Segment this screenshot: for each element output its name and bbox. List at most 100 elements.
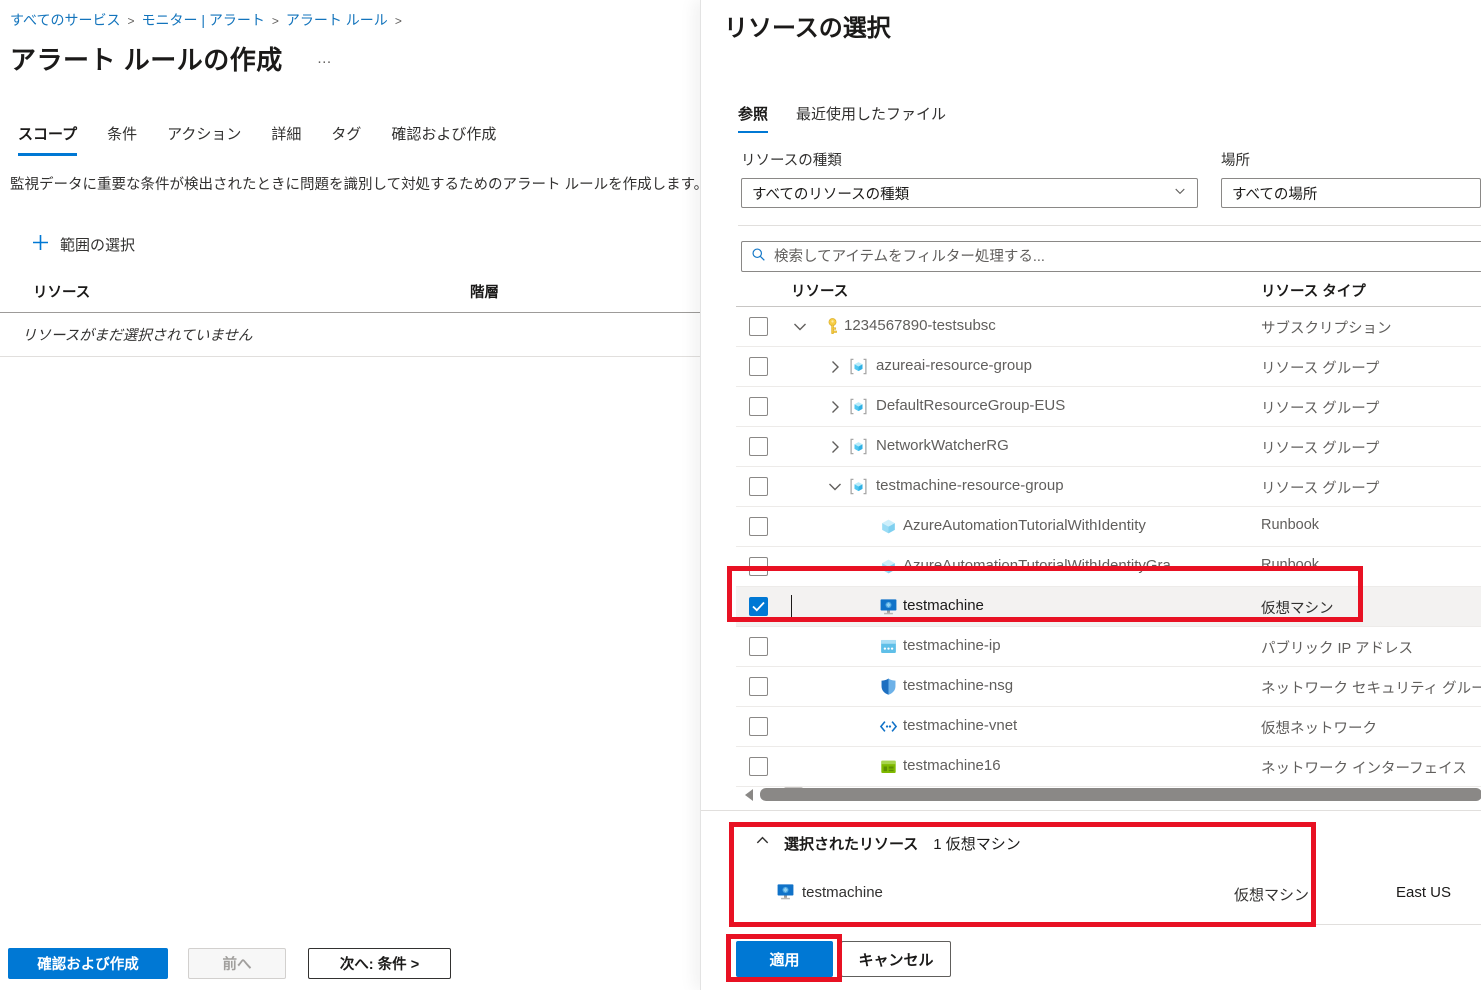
row-checkbox[interactable] — [749, 637, 768, 656]
resource-row[interactable]: testmachine16ネットワーク インターフェイス — [736, 747, 1481, 787]
resource-type: パブリック IP アドレス — [1261, 637, 1413, 658]
row-checkbox[interactable] — [749, 557, 768, 576]
cancel-button[interactable]: キャンセル — [841, 941, 951, 977]
row-checkbox[interactable] — [749, 677, 768, 696]
col-resource: リソース — [791, 280, 848, 301]
resource-type: 仮想マシン — [1261, 597, 1334, 618]
resource-type: リソース グループ — [1261, 357, 1379, 378]
chevron-down-icon[interactable] — [826, 478, 844, 496]
tab-スコープ[interactable]: スコープ — [18, 123, 77, 156]
tab-タグ[interactable]: タグ — [331, 123, 361, 156]
tab-詳細[interactable]: 詳細 — [271, 123, 301, 156]
apply-button[interactable]: 適用 — [736, 941, 833, 977]
resource-type: サブスクリプション — [1261, 317, 1392, 338]
resource-name: DefaultResourceGroup-EUS — [876, 397, 1065, 414]
resource-row[interactable]: testmachine-nsg ネットワーク セキュリティ グループ — [736, 667, 1481, 707]
resource-name: testmachine-ip — [903, 637, 1001, 654]
selected-resources-header[interactable]: 選択されたリソース 1 仮想マシン — [754, 832, 1021, 854]
chevron-right-icon[interactable] — [826, 398, 844, 416]
chevron-down-icon[interactable] — [791, 318, 809, 336]
review-create-button[interactable]: 確認および作成 — [8, 948, 168, 979]
breadcrumb-item[interactable]: すべてのサービス — [10, 12, 120, 28]
page-title: アラート ルールの作成 — [10, 40, 283, 77]
resource-row[interactable]: NetworkWatcherRGリソース グループ — [736, 427, 1481, 467]
text-cursor — [791, 595, 792, 619]
select-resource-panel: リソースの選択 参照最近使用したファイル リソースの種類 すべてのリソースの種類… — [700, 0, 1481, 990]
resource-row[interactable]: DefaultResourceGroup-EUSリソース グループ — [736, 387, 1481, 427]
row-checkbox[interactable] — [749, 517, 768, 536]
scope-table: リソース 階層 リソースがまだ選択されていません — [0, 281, 700, 357]
tab-アクション[interactable]: アクション — [167, 123, 241, 156]
select-scope-button[interactable]: 範囲の選択 — [32, 234, 135, 255]
chevron-down-icon — [1173, 184, 1187, 202]
row-checkbox[interactable] — [749, 437, 768, 456]
nsg-icon — [879, 677, 898, 696]
resource-type: 仮想ネットワーク — [1261, 717, 1377, 738]
resource-name: azureai-resource-group — [876, 357, 1032, 374]
panel-tab-最近使用したファイル[interactable]: 最近使用したファイル — [796, 103, 946, 133]
resource-name: testmachine-resource-group — [876, 477, 1064, 494]
resource-group-icon — [849, 397, 868, 416]
row-checkbox[interactable] — [749, 317, 768, 336]
resource-row[interactable]: testmachine-resource-groupリソース グループ — [736, 467, 1481, 507]
row-checkbox[interactable] — [749, 397, 768, 416]
row-checkbox[interactable] — [749, 357, 768, 376]
divider — [701, 810, 1481, 811]
location-dropdown[interactable]: すべての場所 — [1221, 178, 1481, 208]
selected-resource-name: testmachine — [802, 884, 883, 901]
tab-確認および作成[interactable]: 確認および作成 — [391, 123, 496, 156]
resource-row[interactable]: AzureAutomationTutorialWithIdentityGra…R… — [736, 547, 1481, 587]
resource-name: 1234567890-testsubsc — [844, 317, 996, 334]
more-options-button[interactable]: … — [317, 50, 334, 67]
resource-row[interactable]: azureai-resource-group リソース グループ — [736, 347, 1481, 387]
col-resource-type: リソース タイプ — [1261, 280, 1366, 301]
scroll-left-arrow[interactable] — [745, 789, 753, 801]
runbook-icon — [879, 557, 898, 576]
horizontal-scrollbar[interactable] — [736, 788, 1481, 802]
vm-icon — [776, 882, 795, 901]
previous-button[interactable]: 前へ — [188, 948, 286, 979]
breadcrumb-item[interactable]: モニター | アラート — [141, 12, 264, 28]
row-checkbox[interactable] — [749, 597, 768, 616]
breadcrumb-item[interactable]: アラート ルール — [286, 12, 388, 28]
key-icon — [823, 317, 842, 336]
selected-resource-row[interactable]: testmachine仮想マシンEast US — [701, 876, 1481, 916]
resource-row[interactable]: AzureAutomationTutorialWithIdentityRunbo… — [736, 507, 1481, 547]
resource-type: ネットワーク セキュリティ グループ — [1261, 677, 1481, 698]
resource-name: NetworkWatcherRG — [876, 437, 1009, 454]
chevron-up-icon[interactable] — [754, 832, 771, 854]
breadcrumb-separator: > — [272, 14, 279, 28]
divider — [738, 225, 1481, 226]
public-ip-icon — [879, 637, 898, 656]
resource-group-icon — [849, 357, 868, 376]
resource-name: testmachine-nsg — [903, 677, 1013, 694]
scope-empty-message: リソースがまだ選択されていません — [0, 313, 700, 357]
row-checkbox[interactable] — [749, 717, 768, 736]
resource-row[interactable]: testmachine-ip パブリック IP アドレス — [736, 627, 1481, 667]
chevron-right-icon[interactable] — [826, 358, 844, 376]
tab-条件[interactable]: 条件 — [107, 123, 137, 156]
resource-row[interactable]: testmachine-vnet仮想ネットワーク — [736, 707, 1481, 747]
resource-row[interactable]: testmachine仮想マシン — [736, 587, 1481, 627]
resource-name: AzureAutomationTutorialWithIdentity — [903, 517, 1146, 534]
resource-type-dropdown[interactable]: すべてのリソースの種類 — [741, 178, 1198, 208]
resource-row[interactable]: 1234567890-testsubsc サブスクリプション — [736, 307, 1481, 347]
divider — [751, 924, 1481, 925]
panel-tab-参照[interactable]: 参照 — [738, 103, 768, 133]
chevron-right-icon[interactable] — [826, 438, 844, 456]
selected-resources-label: 選択されたリソース — [784, 833, 918, 854]
row-checkbox[interactable] — [749, 757, 768, 776]
resource-group-icon — [849, 437, 868, 456]
page-description: 監視データに重要な条件が検出されたときに問題を識別して対処するためのアラート ル… — [10, 173, 702, 194]
search-input[interactable] — [774, 242, 1481, 271]
scrollbar-thumb[interactable] — [760, 788, 1481, 801]
breadcrumb: すべてのサービス>モニター | アラート>アラート ルール> — [0, 0, 700, 30]
row-checkbox[interactable] — [749, 477, 768, 496]
resource-group-icon — [849, 477, 868, 496]
resource-table: リソース リソース タイプ 1234567890-testsubsc サブスクリプ… — [736, 272, 1481, 787]
vnet-icon — [879, 717, 898, 736]
resource-rows: 1234567890-testsubsc サブスクリプション azureai-res… — [736, 307, 1481, 787]
vm-icon — [879, 597, 898, 616]
panel-title: リソースの選択 — [724, 8, 1481, 43]
next-condition-button[interactable]: 次へ: 条件 > — [308, 948, 451, 979]
